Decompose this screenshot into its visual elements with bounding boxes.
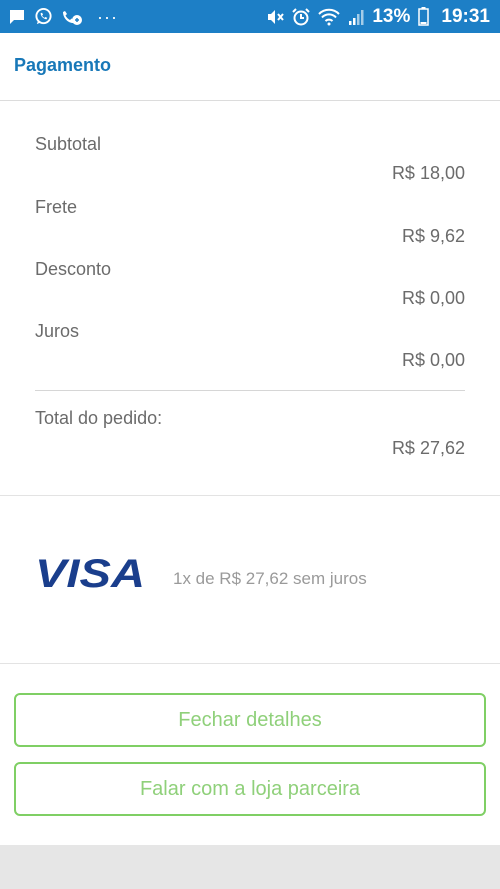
total-value: R$ 27,62	[391, 438, 465, 458]
visa-logo: VISA	[35, 552, 147, 596]
header: Pagamento	[0, 33, 500, 101]
mute-icon	[266, 8, 285, 26]
alarm-icon	[292, 7, 311, 26]
payment-method: VISA 1x de R$ 27,62 sem juros	[0, 496, 500, 664]
status-bar-left: ···	[8, 8, 118, 26]
page-title: Pagamento	[14, 55, 112, 75]
close-details-button[interactable]: Fechar detalhes	[14, 693, 486, 747]
battery-percent: 13%	[372, 5, 411, 27]
whatsapp-icon	[34, 7, 53, 26]
bottom-bar	[0, 845, 500, 889]
order-summary: Subtotal R$ 18,00 Frete R$ 9,62 Desconto…	[0, 101, 500, 496]
svg-text:VISA: VISA	[35, 553, 145, 591]
frete-label: Frete	[35, 197, 78, 217]
frete-value: R$ 9,62	[401, 226, 465, 246]
desconto-label: Desconto	[35, 259, 112, 279]
signal-icon	[348, 8, 364, 26]
installments-text: 1x de R$ 27,62 sem juros	[173, 569, 367, 588]
clock: 19:31	[441, 5, 490, 27]
missed-call-icon	[61, 8, 83, 26]
message-icon	[8, 8, 26, 26]
juros-label: Juros	[35, 321, 80, 341]
status-bar: ··· 13% 19:31	[0, 0, 500, 33]
battery-icon	[418, 7, 430, 26]
total-label: Total do pedido:	[35, 408, 163, 428]
contact-store-button[interactable]: Falar com a loja parceira	[14, 762, 486, 816]
subtotal-label: Subtotal	[35, 134, 102, 154]
wifi-icon	[318, 8, 341, 26]
juros-value: R$ 0,00	[401, 350, 465, 370]
summary-divider	[35, 390, 465, 391]
subtotal-value: R$ 18,00	[391, 163, 465, 183]
desconto-value: R$ 0,00	[401, 288, 465, 308]
more-notifications-indicator: ···	[97, 6, 118, 27]
status-bar-right: 13% 19:31	[266, 6, 490, 28]
